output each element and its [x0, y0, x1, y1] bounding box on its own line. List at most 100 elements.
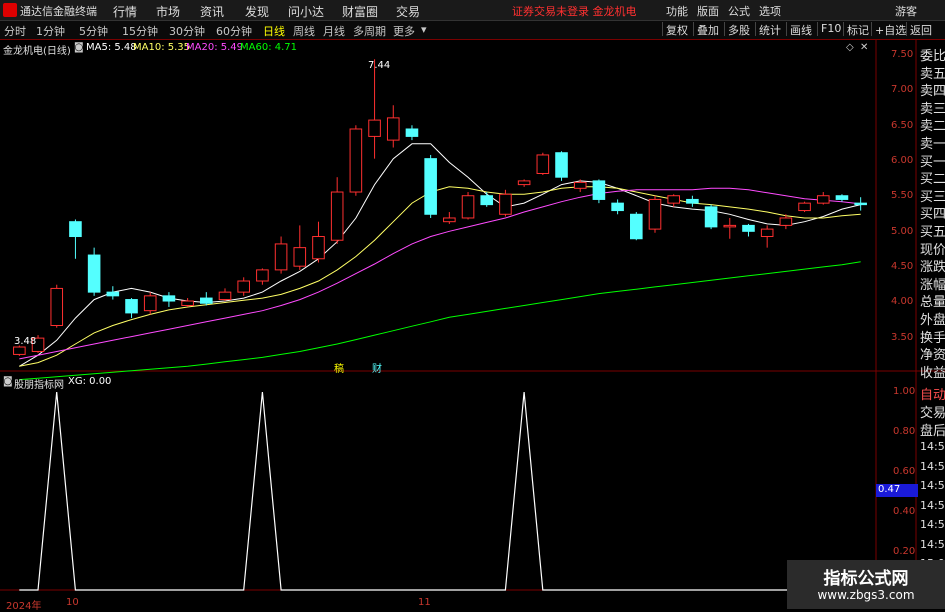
y-tick: 5.00 — [891, 226, 914, 237]
candle — [69, 221, 82, 238]
indicator-y-tick: 1.00 — [893, 386, 916, 397]
x-axis-oct: 10 — [66, 597, 79, 608]
candle — [854, 202, 867, 206]
side-lower-label: 盘后 — [920, 424, 945, 439]
y-tick: 3.50 — [891, 332, 914, 343]
tick-time: 14:56 — [920, 518, 945, 531]
candle — [835, 195, 849, 200]
candle — [237, 280, 250, 293]
candle — [461, 195, 475, 219]
side-label: 涨跌 — [920, 260, 945, 276]
side-label: 买一 — [920, 154, 945, 170]
watermark-url: www.zbgs3.com — [817, 588, 915, 602]
candle — [704, 206, 718, 228]
side-label: 卖二 — [920, 119, 945, 135]
indicator-value: XG: 0.00 — [68, 376, 112, 387]
x-axis-year: 2024年 — [6, 601, 42, 612]
candle — [368, 119, 381, 137]
y-tick: 4.00 — [891, 296, 914, 307]
candle — [611, 202, 624, 212]
candle — [405, 128, 419, 137]
side-label: 外盘 — [920, 313, 945, 328]
candle — [200, 297, 213, 304]
candle — [536, 154, 550, 174]
indicator-y-tick: 0.20 — [893, 546, 916, 557]
side-label: 卖五 — [920, 66, 945, 82]
y-tick: 4.50 — [891, 261, 914, 272]
side-label: 买三 — [920, 189, 945, 205]
side-label: 卖四 — [920, 84, 945, 100]
event-mark-cai[interactable]: 财 — [372, 360, 382, 375]
event-mark-gao[interactable]: 稿 — [334, 360, 344, 375]
candle — [13, 346, 26, 355]
tick-time: 14:56 — [920, 498, 945, 512]
candle — [723, 224, 737, 228]
ma-line-ma10 — [19, 186, 861, 367]
candle — [592, 180, 606, 200]
side-lower-label[interactable]: 自动 — [920, 384, 945, 403]
tick-time: 14:56 — [920, 440, 945, 453]
candle — [349, 128, 363, 193]
y-tick: 6.50 — [891, 120, 914, 131]
candle — [293, 247, 307, 267]
side-label: 买五 — [920, 225, 945, 240]
candle — [517, 180, 531, 186]
candle — [648, 198, 662, 230]
candle — [386, 117, 400, 141]
candle — [779, 217, 793, 226]
x-axis-nov: 11 — [418, 597, 431, 608]
side-label: 换手 — [920, 330, 945, 346]
candle — [667, 195, 680, 204]
candle — [218, 291, 232, 301]
y-tick: 5.50 — [891, 190, 914, 201]
kline-chart[interactable] — [0, 0, 945, 609]
candle — [686, 198, 699, 204]
candle — [443, 217, 456, 223]
candle — [742, 224, 755, 232]
tick-time: 14:56 — [920, 537, 945, 551]
candle — [87, 254, 101, 293]
candle — [573, 181, 587, 189]
indicator-y-tick: 0.80 — [893, 426, 916, 437]
candle — [274, 243, 288, 271]
side-label: 涨幅 — [920, 277, 945, 293]
candle — [424, 158, 437, 215]
side-label: 现价 — [920, 242, 945, 258]
candle — [312, 236, 325, 260]
candle — [760, 228, 774, 238]
side-label: 总量 — [920, 295, 945, 311]
ma-line-ma60 — [19, 261, 861, 381]
low-price-label: 3.48 — [14, 336, 37, 347]
xg-signal-line — [19, 391, 861, 591]
current-value-badge: 0.47 — [876, 484, 918, 497]
indicator-name: 股朋指标网 — [14, 380, 64, 391]
candle — [555, 152, 568, 178]
side-label: 买二 — [920, 172, 945, 188]
watermark: 指标公式网 www.zbgs3.com — [787, 560, 945, 609]
candle — [480, 195, 494, 206]
candle — [330, 191, 344, 241]
indicator-settings-icon[interactable]: ◙ — [3, 376, 13, 387]
candle — [162, 295, 176, 302]
side-label: 卖一 — [920, 137, 945, 152]
tick-time: 14:56 — [920, 459, 945, 473]
indicator-y-tick: 0.60 — [893, 466, 916, 477]
side-label: 收益 — [920, 365, 945, 381]
candle — [50, 287, 64, 327]
candle — [106, 291, 120, 297]
candle — [816, 195, 830, 204]
candle — [181, 300, 194, 306]
candle — [256, 269, 269, 282]
candle — [143, 295, 157, 312]
y-tick: 7.00 — [891, 84, 914, 95]
candle — [630, 213, 643, 240]
side-lower-label: 交易 — [920, 406, 945, 421]
watermark-title: 指标公式网 — [823, 569, 909, 589]
side-label: 卖三 — [920, 101, 945, 117]
high-price-label: 7.44 — [368, 60, 391, 71]
candle — [125, 299, 138, 314]
y-tick: 6.00 — [891, 155, 914, 166]
side-label: 委比 — [920, 49, 945, 64]
ma-line-ma20 — [19, 187, 861, 360]
y-tick: 7.50 — [891, 49, 914, 60]
